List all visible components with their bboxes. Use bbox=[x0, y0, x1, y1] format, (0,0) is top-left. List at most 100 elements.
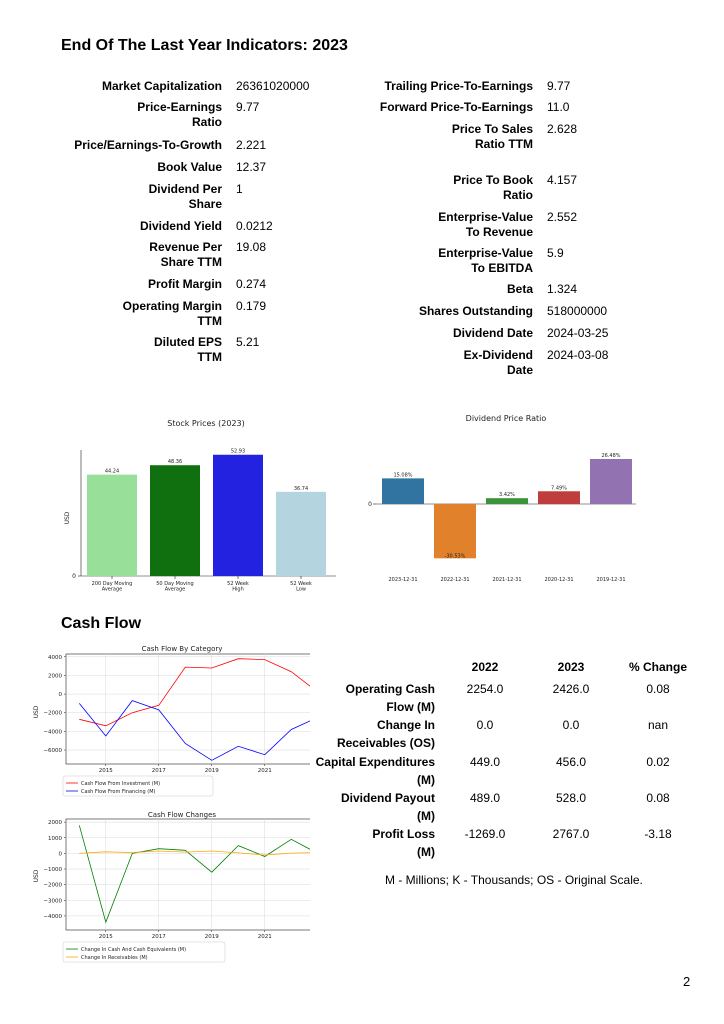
indicator-value: 2.628 bbox=[547, 122, 578, 136]
indicator-value: 26361020000 bbox=[236, 79, 310, 93]
indicator-value: 4.157 bbox=[547, 173, 578, 187]
indicator-label: Shares Outstanding bbox=[418, 304, 533, 318]
indicator-value: 0.179 bbox=[236, 299, 267, 313]
column-header: 2023 bbox=[557, 660, 585, 674]
data-label: -30.53% bbox=[445, 553, 466, 559]
y-tick-label: −2000 bbox=[43, 883, 62, 889]
bar bbox=[150, 465, 200, 576]
y-tick-label: 0 bbox=[59, 692, 63, 698]
table-cell: 0.02 bbox=[646, 755, 670, 769]
indicator-value: 5.9 bbox=[547, 246, 564, 260]
indicator-value: 19.08 bbox=[236, 240, 267, 254]
cash-flow-changes-chart: Cash Flow Changes USD 2015 2017 2019 2021 20… bbox=[33, 811, 310, 963]
x-tick-label: Low bbox=[296, 587, 306, 593]
table-cell: 0.0 bbox=[476, 718, 494, 732]
indicator-value: 1.324 bbox=[547, 282, 578, 296]
bar bbox=[382, 478, 424, 504]
y-tick-label: −3000 bbox=[43, 898, 62, 904]
x-tick-label: 2015 bbox=[99, 768, 113, 774]
x-tick-label: 2021-12-31 bbox=[492, 577, 521, 583]
chart-title: Cash Flow By Category bbox=[142, 645, 223, 653]
bar bbox=[213, 454, 263, 576]
y-axis-label: USD bbox=[64, 511, 71, 524]
series-line bbox=[78, 700, 310, 761]
indicator-label: Book Value bbox=[157, 160, 222, 174]
y-tick-label: −1000 bbox=[43, 867, 62, 873]
table-cell: 456.0 bbox=[555, 755, 587, 769]
indicator-value: 12.37 bbox=[236, 160, 267, 174]
indicator-value: 9.77 bbox=[547, 79, 571, 93]
indicator-value: 0.274 bbox=[236, 277, 267, 291]
table-cell: -3.18 bbox=[644, 827, 672, 841]
table-row-label: Operating Cash Flow (M) bbox=[345, 682, 435, 714]
x-tick-label: 2019 bbox=[205, 768, 219, 774]
y-tick-label: 2000 bbox=[48, 673, 62, 679]
indicator-label: Profit Margin bbox=[148, 277, 222, 291]
data-label: 44.24 bbox=[105, 469, 119, 475]
indicator-label: Price/Earnings-To-Growth bbox=[74, 138, 222, 152]
legend-entry: Cash Flow From Financing (M) bbox=[81, 789, 156, 795]
table-cell: 0.08 bbox=[646, 682, 670, 696]
series-line bbox=[79, 850, 310, 856]
cash-flow-heading: Cash Flow bbox=[61, 615, 142, 632]
indicator-label: Enterprise-Value To Revenue bbox=[438, 210, 533, 239]
data-label: 48.36 bbox=[168, 459, 182, 465]
page-number: 2 bbox=[683, 974, 691, 989]
cash-flow-by-category-chart: Cash Flow By Category USD 2015 2017 2019 20… bbox=[33, 645, 310, 797]
indicator-value: 2024-03-25 bbox=[547, 326, 609, 340]
table-cell: 2767.0 bbox=[552, 827, 590, 841]
x-tick-label: 2017 bbox=[152, 768, 166, 774]
dividend-price-ratio-chart: Dividend Price Ratio 0 15.08% 2023-12-31 -… bbox=[368, 414, 636, 583]
bar bbox=[434, 504, 476, 559]
column-header: % Change bbox=[628, 660, 687, 674]
indicator-value: 2.552 bbox=[547, 210, 578, 224]
indicator-label: Operating Margin TTM bbox=[122, 299, 222, 328]
table-cell: 2426.0 bbox=[552, 682, 590, 696]
series-line bbox=[78, 825, 310, 924]
x-tick-label: 2022-12-31 bbox=[440, 577, 469, 583]
x-tick-label: 2020-12-31 bbox=[544, 577, 573, 583]
table-cell: nan bbox=[647, 718, 669, 732]
y-tick-label: −6000 bbox=[43, 748, 62, 754]
indicator-label: Price-Earnings Ratio bbox=[137, 100, 222, 129]
series-line bbox=[79, 658, 310, 727]
x-tick-label: 2021 bbox=[258, 934, 272, 940]
y-tick-label: 1000 bbox=[48, 836, 62, 842]
column-header: 2022 bbox=[471, 660, 499, 674]
bar bbox=[486, 498, 528, 504]
y-tick-label: 0 bbox=[59, 851, 63, 857]
indicator-label: Price To Book Ratio bbox=[453, 173, 533, 202]
y-tick-label: 4000 bbox=[48, 655, 62, 661]
bar bbox=[590, 459, 632, 504]
indicator-label: Price To Sales Ratio TTM bbox=[451, 122, 533, 151]
table-row-label: Dividend Payout (M) bbox=[340, 791, 435, 823]
indicator-label: Dividend Per Share bbox=[148, 182, 222, 211]
legend-entry: Cash Flow From Investment (M) bbox=[81, 781, 160, 787]
y-tick-label: 0 bbox=[368, 501, 372, 508]
units-note: M - Millions; K - Thousands; OS - Origin… bbox=[385, 873, 643, 887]
indicator-label: Dividend Date bbox=[452, 326, 533, 340]
indicator-label: Beta bbox=[506, 282, 533, 296]
bar bbox=[276, 491, 326, 576]
indicator-value: 1 bbox=[236, 182, 243, 196]
indicator-label: Enterprise-Value To EBITDA bbox=[438, 246, 533, 275]
indicator-label: Dividend Yield bbox=[139, 219, 222, 233]
indicator-value: 5.21 bbox=[236, 335, 260, 349]
bar bbox=[538, 491, 580, 504]
legend-entry: Change In Receivables (M) bbox=[81, 955, 148, 961]
indicator-label: Revenue Per Share TTM bbox=[149, 240, 222, 269]
table-cell: 449.0 bbox=[469, 755, 501, 769]
data-label: 7.49% bbox=[551, 485, 567, 491]
x-tick-label: 2019-12-31 bbox=[596, 577, 625, 583]
indicator-value: 518000000 bbox=[547, 304, 608, 318]
indicator-label: Ex-Dividend Date bbox=[463, 348, 533, 377]
stock-prices-chart: Stock Prices (2023) USD 0 44.24200 Day M… bbox=[64, 419, 336, 593]
x-tick-label: 2021 bbox=[258, 768, 272, 774]
indicator-value: 2.221 bbox=[236, 138, 267, 152]
indicator-label: Diluted EPS TTM bbox=[153, 335, 222, 364]
table-cell: 0.0 bbox=[562, 718, 580, 732]
x-tick-label: 2017 bbox=[152, 934, 166, 940]
indicator-value: 0.0212 bbox=[236, 219, 273, 233]
indicator-value: 2024-03-08 bbox=[547, 348, 609, 362]
y-axis-label: USD bbox=[33, 705, 40, 718]
